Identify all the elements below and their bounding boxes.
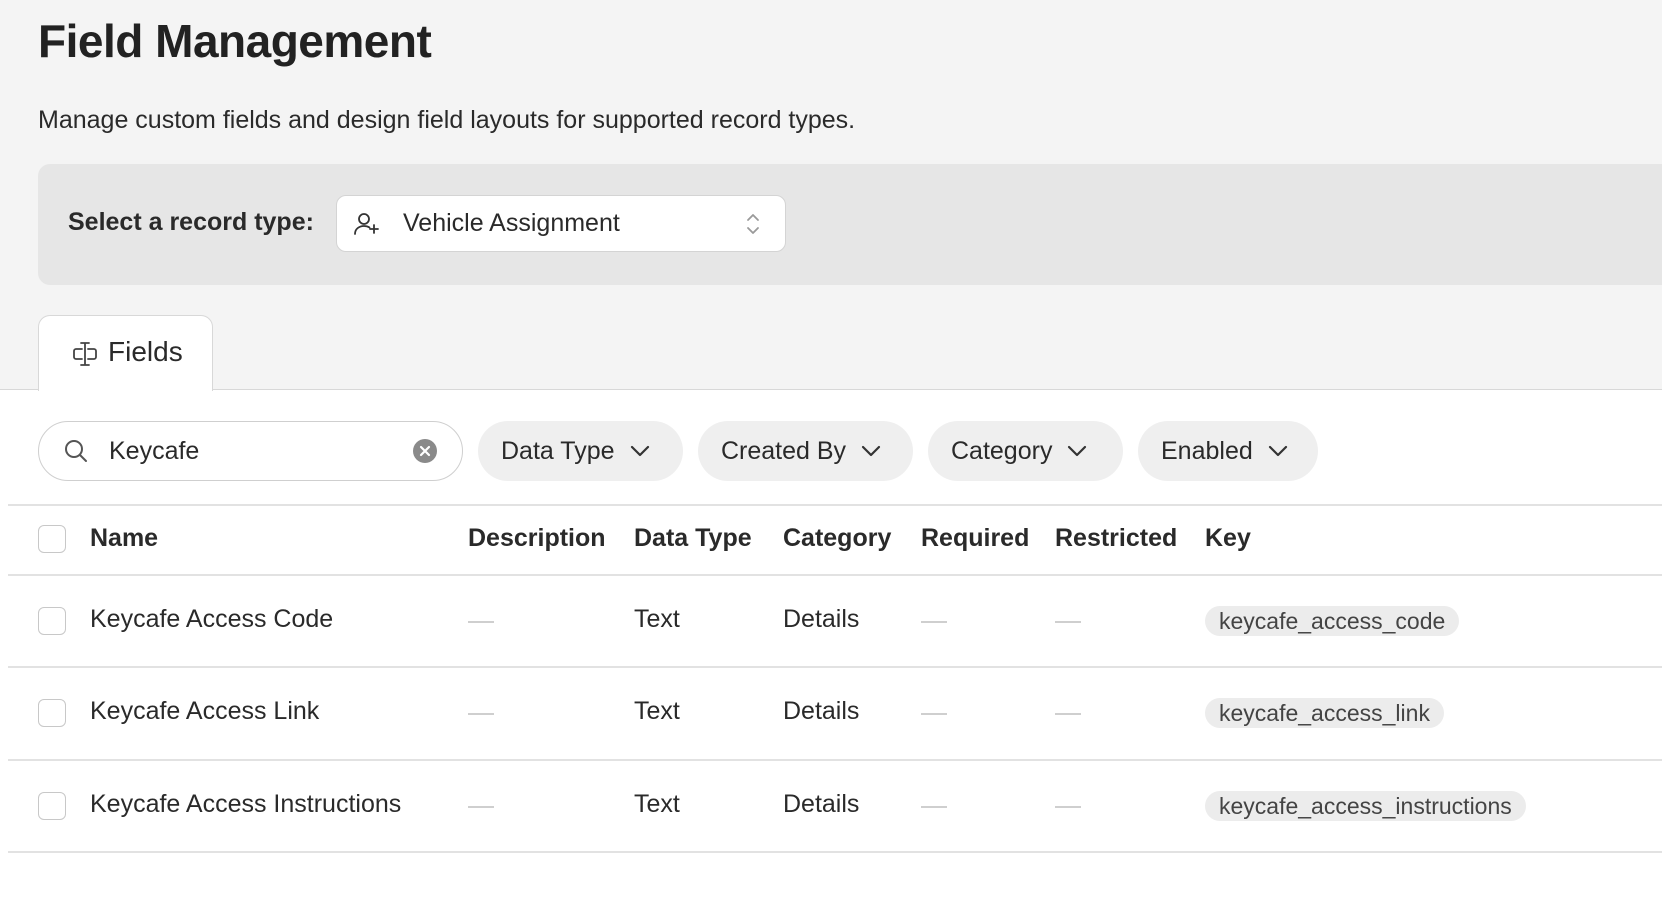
chevron-up-down-icon	[747, 214, 759, 234]
field-name[interactable]: Keycafe Access Link	[90, 697, 319, 726]
record-type-selected: Vehicle Assignment	[403, 209, 620, 237]
chevron-down-icon	[630, 445, 649, 457]
row-divider	[8, 759, 1662, 761]
filter-category-label: Category	[951, 436, 1053, 465]
column-header-category[interactable]: Category	[783, 524, 891, 553]
page-title: Field Management	[38, 15, 432, 67]
chevron-down-icon	[1268, 445, 1287, 457]
column-header-key[interactable]: Key	[1205, 524, 1251, 553]
row-divider	[8, 851, 1662, 853]
record-type-label: Select a record type:	[68, 208, 314, 236]
filter-data-type-label: Data Type	[501, 436, 615, 465]
field-key-badge: keycafe_access_code	[1205, 606, 1460, 636]
tab-fields[interactable]: Fields	[38, 315, 213, 391]
search-box[interactable]	[38, 421, 463, 481]
page-subtitle: Manage custom fields and design field la…	[38, 106, 856, 134]
field-name[interactable]: Keycafe Access Code	[90, 605, 333, 634]
required-empty-dash	[921, 713, 947, 715]
column-header-required[interactable]: Required	[921, 524, 1029, 553]
person-add-icon	[354, 213, 379, 235]
filter-created-by[interactable]: Created By	[698, 421, 913, 481]
column-header-data-type[interactable]: Data Type	[634, 524, 752, 553]
field-data-type: Text	[634, 605, 680, 633]
clear-circle-icon[interactable]	[412, 438, 438, 464]
required-empty-dash	[921, 621, 947, 623]
restricted-empty-dash	[1055, 806, 1081, 808]
field-name[interactable]: Keycafe Access Instructions	[90, 790, 401, 819]
search-input[interactable]	[109, 434, 399, 468]
chevron-down-icon	[1068, 445, 1087, 457]
record-type-select[interactable]: Vehicle Assignment	[336, 195, 786, 252]
field-category: Details	[783, 605, 860, 633]
filter-enabled[interactable]: Enabled	[1138, 421, 1318, 481]
row-checkbox[interactable]	[38, 699, 66, 727]
description-empty-dash	[468, 621, 494, 623]
search-icon	[65, 440, 87, 462]
header-divider	[8, 574, 1662, 576]
description-empty-dash	[468, 713, 494, 715]
chevron-down-icon	[861, 445, 881, 457]
restricted-empty-dash	[1055, 713, 1081, 715]
column-header-name[interactable]: Name	[90, 524, 158, 553]
field-key-badge: keycafe_access_instructions	[1205, 791, 1526, 821]
description-empty-dash	[468, 806, 494, 808]
tab-fields-label: Fields	[108, 336, 183, 367]
row-divider	[8, 666, 1662, 668]
filter-category[interactable]: Category	[928, 421, 1123, 481]
field-category: Details	[783, 697, 860, 725]
row-checkbox[interactable]	[38, 607, 66, 635]
restricted-empty-dash	[1055, 621, 1081, 623]
column-header-restricted[interactable]: Restricted	[1055, 524, 1177, 553]
required-empty-dash	[921, 806, 947, 808]
filter-data-type[interactable]: Data Type	[478, 421, 683, 481]
filter-enabled-label: Enabled	[1161, 436, 1253, 465]
field-category: Details	[783, 790, 860, 818]
column-header-description[interactable]: Description	[468, 524, 606, 553]
row-checkbox[interactable]	[38, 792, 66, 820]
field-data-type: Text	[634, 697, 680, 725]
input-field-icon	[73, 342, 97, 366]
filter-created-by-label: Created By	[721, 436, 847, 465]
select-all-checkbox[interactable]	[38, 525, 66, 553]
toolbar-divider	[8, 504, 1662, 506]
field-data-type: Text	[634, 790, 680, 818]
field-key-badge: keycafe_access_link	[1205, 698, 1444, 728]
